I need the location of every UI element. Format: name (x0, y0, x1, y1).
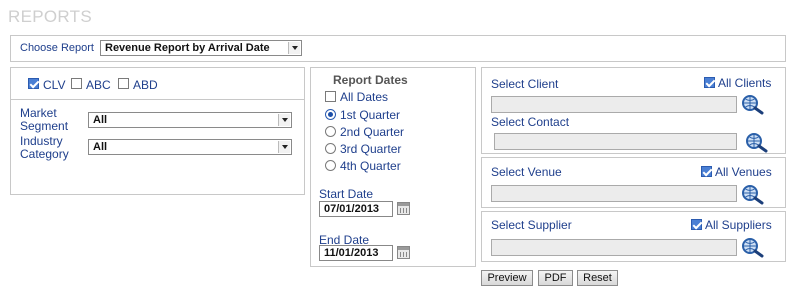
quarter-label-3: 3rd Quarter (340, 142, 402, 156)
calendar-icon[interactable] (397, 202, 410, 215)
all-dates-checkbox[interactable] (325, 91, 336, 105)
code-label-abd: ABD (133, 78, 158, 92)
search-icon[interactable] (740, 236, 766, 261)
choose-report-select[interactable]: Revenue Report by Arrival Date (100, 40, 302, 56)
checkbox-icon (71, 78, 82, 89)
chevron-down-icon (288, 42, 300, 54)
contact-label: Select Contact (491, 115, 570, 129)
checkbox-icon (701, 166, 712, 177)
contact-input[interactable] (494, 133, 737, 150)
code-checkbox-abc[interactable] (71, 78, 82, 92)
filter-panel-divider (10, 99, 305, 100)
client-label: Select Client (491, 77, 559, 91)
code-label-abc: ABC (86, 78, 111, 92)
page-title: REPORTS (8, 7, 92, 26)
preview-button[interactable]: Preview (481, 270, 533, 286)
quarter-radio-2[interactable] (325, 126, 336, 140)
quarter-label-2: 2nd Quarter (340, 125, 405, 139)
radio-icon (325, 109, 336, 120)
all-suppliers-label: All Suppliers (705, 218, 772, 232)
venue-input[interactable] (491, 185, 737, 202)
industry-category-value: All (93, 141, 108, 153)
quarter-radio-3[interactable] (325, 143, 336, 157)
market-segment-label-line2: Segment (20, 119, 69, 133)
code-checkbox-clv[interactable] (28, 78, 39, 92)
radio-icon (325, 160, 336, 171)
supplier-input[interactable] (491, 239, 737, 256)
radio-icon (325, 143, 336, 154)
market-segment-select[interactable]: All (88, 112, 292, 128)
chevron-down-icon (278, 114, 290, 126)
choose-report-label: Choose Report (20, 42, 94, 54)
search-icon[interactable] (740, 93, 766, 118)
checkbox-icon (691, 219, 702, 230)
industry-category-label-line2: Category (20, 147, 69, 161)
reset-button[interactable]: Reset (577, 270, 618, 286)
search-icon[interactable] (740, 183, 766, 208)
market-segment-label: Market Segment (20, 107, 68, 133)
client-input[interactable] (491, 96, 737, 113)
radio-icon (325, 126, 336, 137)
checkbox-icon (28, 78, 39, 89)
all-venues-checkbox[interactable] (701, 166, 712, 180)
all-clients-checkbox[interactable] (704, 77, 715, 91)
venue-label: Select Venue (491, 165, 562, 179)
quarter-radio-1[interactable] (325, 109, 336, 123)
quarter-label-4: 4th Quarter (340, 159, 401, 173)
industry-category-select[interactable]: All (88, 139, 292, 155)
industry-category-label: Industry Category (20, 135, 69, 161)
code-checkbox-abd[interactable] (118, 78, 129, 92)
choose-report-value: Revenue Report by Arrival Date (105, 42, 270, 54)
checkbox-icon (118, 78, 129, 89)
market-segment-value: All (93, 114, 108, 126)
all-clients-label: All Clients (718, 76, 772, 90)
code-label-clv: CLV (43, 78, 66, 92)
checkbox-icon (325, 91, 336, 102)
all-dates-label: All Dates (340, 90, 389, 104)
start-date-input[interactable] (319, 201, 393, 217)
end-date-input[interactable] (319, 245, 393, 261)
quarter-radio-4[interactable] (325, 160, 336, 174)
supplier-label: Select Supplier (491, 218, 572, 232)
all-suppliers-checkbox[interactable] (691, 219, 702, 233)
chevron-down-icon (278, 141, 290, 153)
quarter-label-1: 1st Quarter (340, 108, 401, 122)
pdf-button[interactable]: PDF (538, 270, 573, 286)
checkbox-icon (704, 77, 715, 88)
search-icon[interactable] (744, 131, 770, 156)
all-venues-label: All Venues (715, 165, 772, 179)
start-date-label: Start Date (319, 187, 374, 201)
report-dates-title: Report Dates (333, 73, 408, 87)
calendar-icon[interactable] (397, 246, 410, 259)
